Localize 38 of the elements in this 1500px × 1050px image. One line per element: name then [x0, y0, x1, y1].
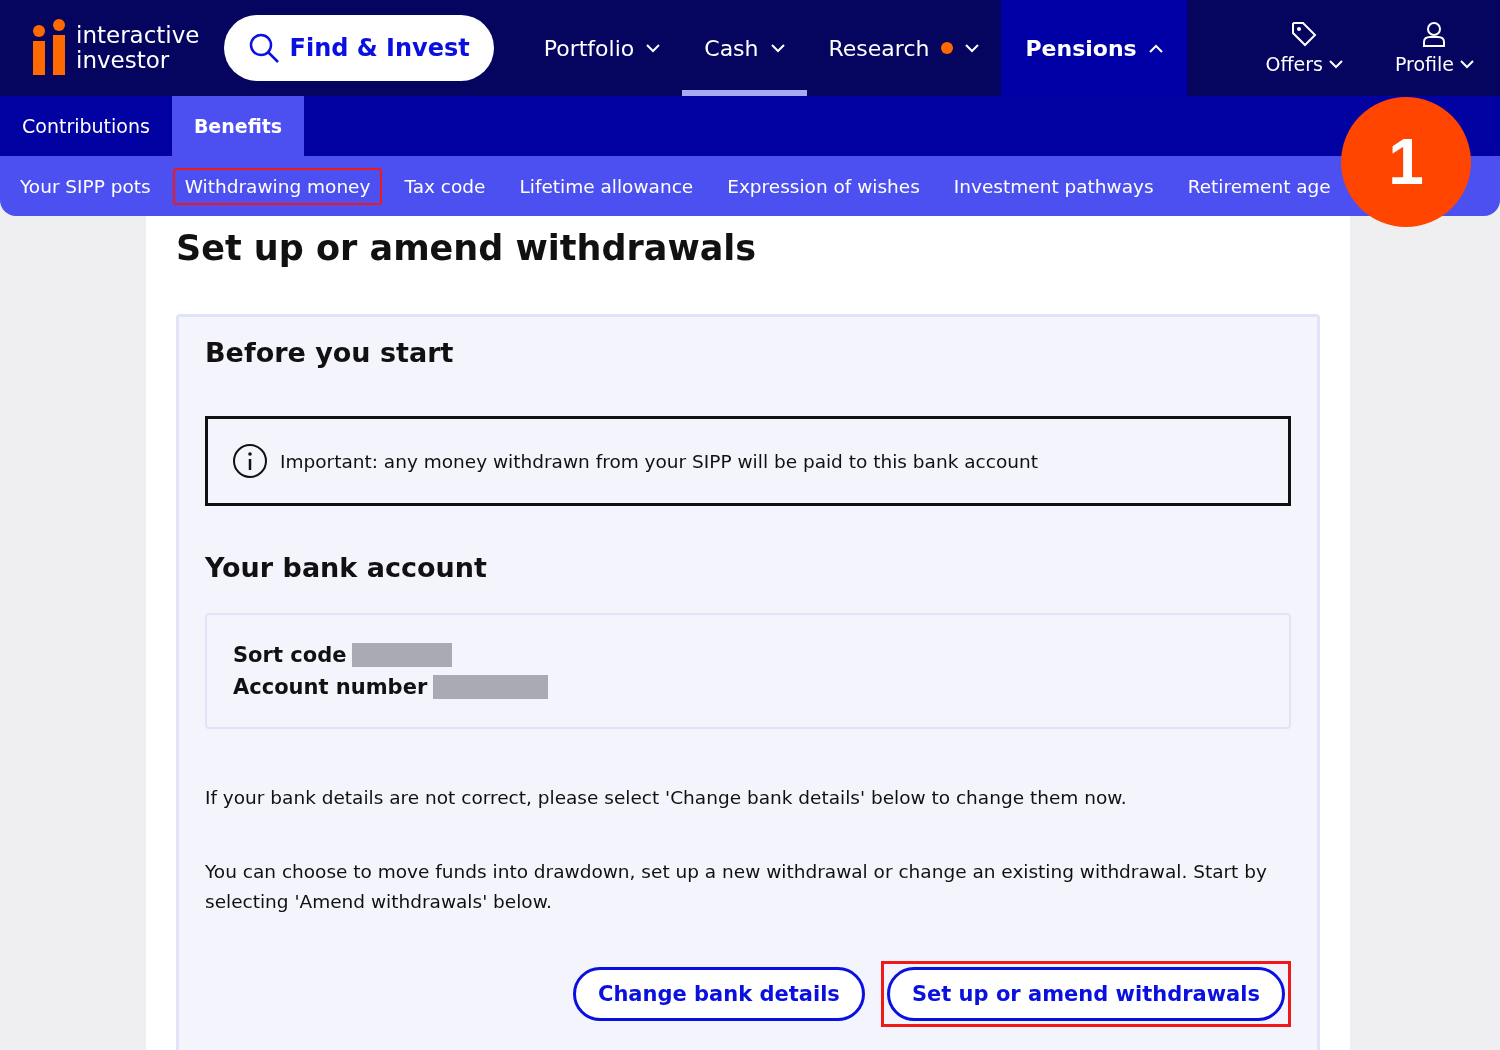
sub-nav-link[interactable]: Your SIPP pots	[8, 167, 163, 205]
sub-nav-link[interactable]: Withdrawing money	[172, 167, 383, 205]
chevron-down-icon	[646, 43, 661, 53]
chevron-up-icon	[1148, 43, 1163, 53]
chevron-down-icon	[965, 43, 980, 53]
chevron-down-icon	[1460, 59, 1474, 69]
profile-button[interactable]: Profile	[1368, 0, 1500, 96]
card-heading: Before you start	[205, 337, 455, 368]
notice-text: Important: any money withdrawn from your SIPP will be paid to this bank account	[280, 450, 1038, 472]
tab[interactable]: Benefits	[171, 96, 305, 156]
nav-menu-item[interactable]: Portfolio	[521, 0, 683, 96]
sub-nav-link[interactable]: Expression of wishes	[715, 167, 932, 205]
tab[interactable]: Contributions	[0, 96, 172, 156]
field-label: Account number	[233, 674, 428, 701]
sub-nav-link[interactable]: Investment pathways	[941, 167, 1166, 205]
tag-icon	[1291, 21, 1318, 47]
page-title: Set up or amend withdrawals	[176, 228, 758, 268]
info-icon	[232, 443, 268, 479]
chevron-down-icon	[770, 43, 785, 53]
sub-nav-link[interactable]: Lifetime allowance	[507, 167, 706, 205]
nav-menu-item[interactable]: Research	[806, 0, 1002, 96]
person-icon	[1422, 21, 1447, 47]
logo-text: interactive investor	[76, 23, 200, 73]
nav-menu-item[interactable]: Cash	[682, 0, 807, 96]
nav-menu-item[interactable]: Pensions	[1001, 0, 1187, 96]
search-icon	[247, 32, 280, 64]
offers-button[interactable]: Offers	[1239, 0, 1369, 96]
body-paragraph: If your bank details are not correct, please select 'Change bank details' below to change them now.	[205, 786, 1128, 810]
logo-icon	[32, 19, 66, 77]
field-label: Sort code	[233, 642, 347, 669]
find-invest-button[interactable]: Find & Invest	[223, 15, 494, 81]
section-heading: Your bank account	[205, 552, 488, 583]
body-paragraph: You can choose to move funds into drawdown, set up a new withdrawal or change an existing withdrawal. Start by selecting 'Amend withdrawals' below.	[205, 860, 1268, 914]
action-button[interactable]: Change bank details	[573, 967, 865, 1021]
sub-nav-link[interactable]: Tax code	[392, 167, 498, 205]
sub-nav-link[interactable]: Retirement age	[1175, 167, 1343, 205]
chevron-down-icon	[1328, 59, 1343, 69]
action-button[interactable]: Set up or amend withdrawals	[886, 967, 1285, 1021]
